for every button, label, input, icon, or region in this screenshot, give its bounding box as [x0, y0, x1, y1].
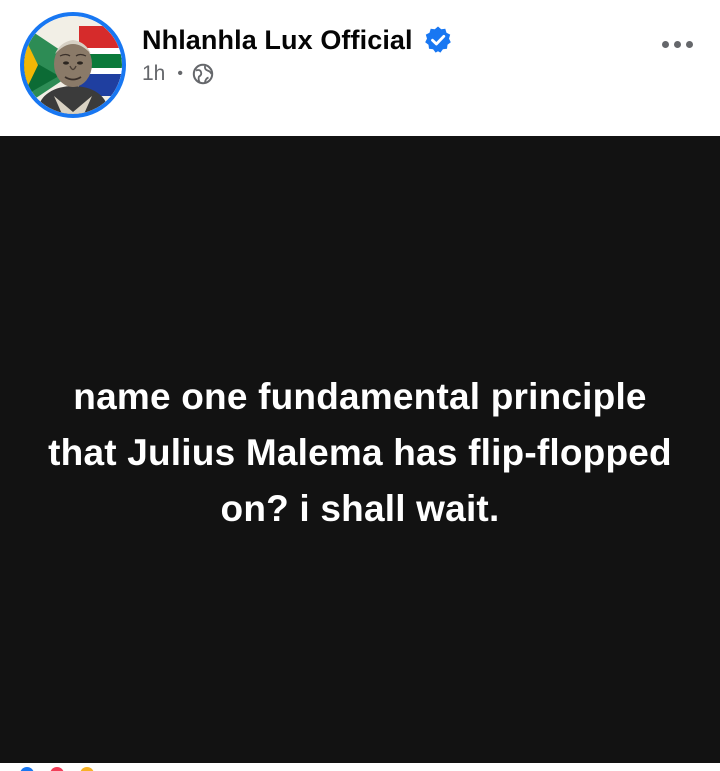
verified-badge-icon	[423, 25, 453, 55]
more-options-icon	[661, 40, 669, 48]
post-timestamp[interactable]: 1h	[142, 62, 165, 86]
post-header: Nhlanhla Lux Official 1h •	[0, 0, 720, 136]
post-media-text-card[interactable]: name one fundamental principle that Juli…	[0, 136, 720, 763]
globe-icon[interactable]	[192, 63, 214, 85]
meta-separator: •	[177, 65, 183, 82]
facebook-post: Nhlanhla Lux Official 1h • name one fund…	[0, 0, 720, 771]
author-row: Nhlanhla Lux Official	[142, 22, 453, 58]
post-text: name one fundamental principle that Juli…	[48, 376, 672, 529]
post-meta: 1h •	[142, 60, 214, 88]
more-options-button[interactable]	[654, 28, 700, 60]
mandela-flag-avatar-icon	[24, 16, 122, 114]
author-name[interactable]: Nhlanhla Lux Official	[142, 25, 413, 56]
reactions-bar	[0, 763, 720, 771]
avatar[interactable]	[20, 12, 126, 118]
